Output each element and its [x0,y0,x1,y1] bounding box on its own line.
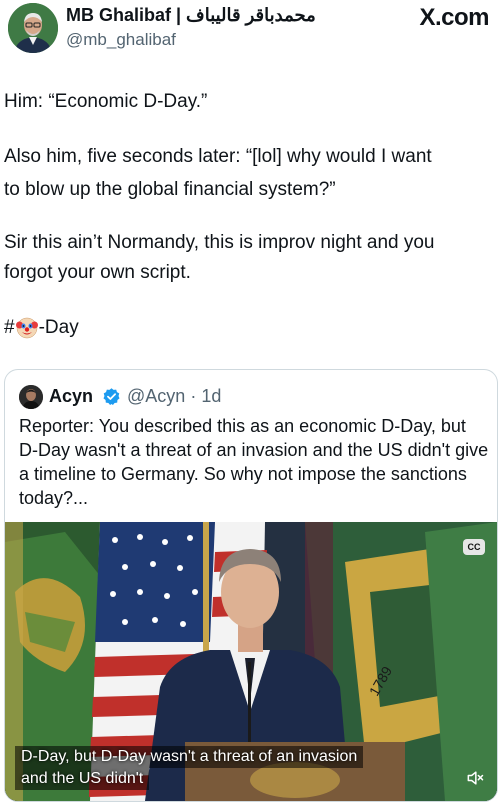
post-text-line: Sir this ain’t Normandy, this is improv … [4,232,435,253]
quoted-author-avatar[interactable] [19,385,43,409]
quoted-post-text: Reporter: You described this as an econo… [19,416,489,508]
quoted-author-name[interactable]: Acyn [49,386,93,407]
hashtag-suffix: -Day [38,317,79,338]
quoted-post-time[interactable]: 1d [201,386,221,406]
hashtag-prefix: # [4,317,15,338]
video-captions: D-Day, but D-Day wasn't a threat of an i… [15,746,395,790]
caption-line: and the US didn't [15,768,150,790]
mute-icon[interactable] [465,768,485,788]
video-player[interactable]: 1789 CC D-Day, but D-Day wasn't a threat… [5,522,497,801]
post-text-line: Him: “Economic D-Day.” [4,91,208,112]
post-text-line: forgot your own script. [4,262,191,283]
clown-face-icon [15,317,38,339]
post-text-line: Also him, five seconds later: “[lol] why… [4,146,432,167]
post-text-line: to blow up the global financial system?” [4,179,336,200]
quoted-post[interactable]: Acyn @Acyn · 1d Reporter: You described … [4,369,498,802]
verified-badge-icon [103,388,120,406]
quoted-author-handle[interactable]: @Acyn [127,386,185,406]
caption-line: D-Day, but D-Day wasn't a threat of an i… [15,746,364,768]
author-avatar[interactable] [8,3,58,53]
quoted-post-meta: @Acyn · 1d [127,386,221,407]
meta-separator: · [190,386,197,406]
x-site-logo: X.com [419,4,489,31]
hashtag[interactable]: # -Day [4,313,79,343]
author-handle[interactable]: @mb_ghalibaf [66,30,176,50]
post-header: MB Ghalibaf | محمدباقر قالیباف @mb_ghali… [0,0,499,60]
author-display-name[interactable]: MB Ghalibaf | محمدباقر قالیباف [66,5,316,26]
closed-captions-button[interactable]: CC [463,539,485,555]
